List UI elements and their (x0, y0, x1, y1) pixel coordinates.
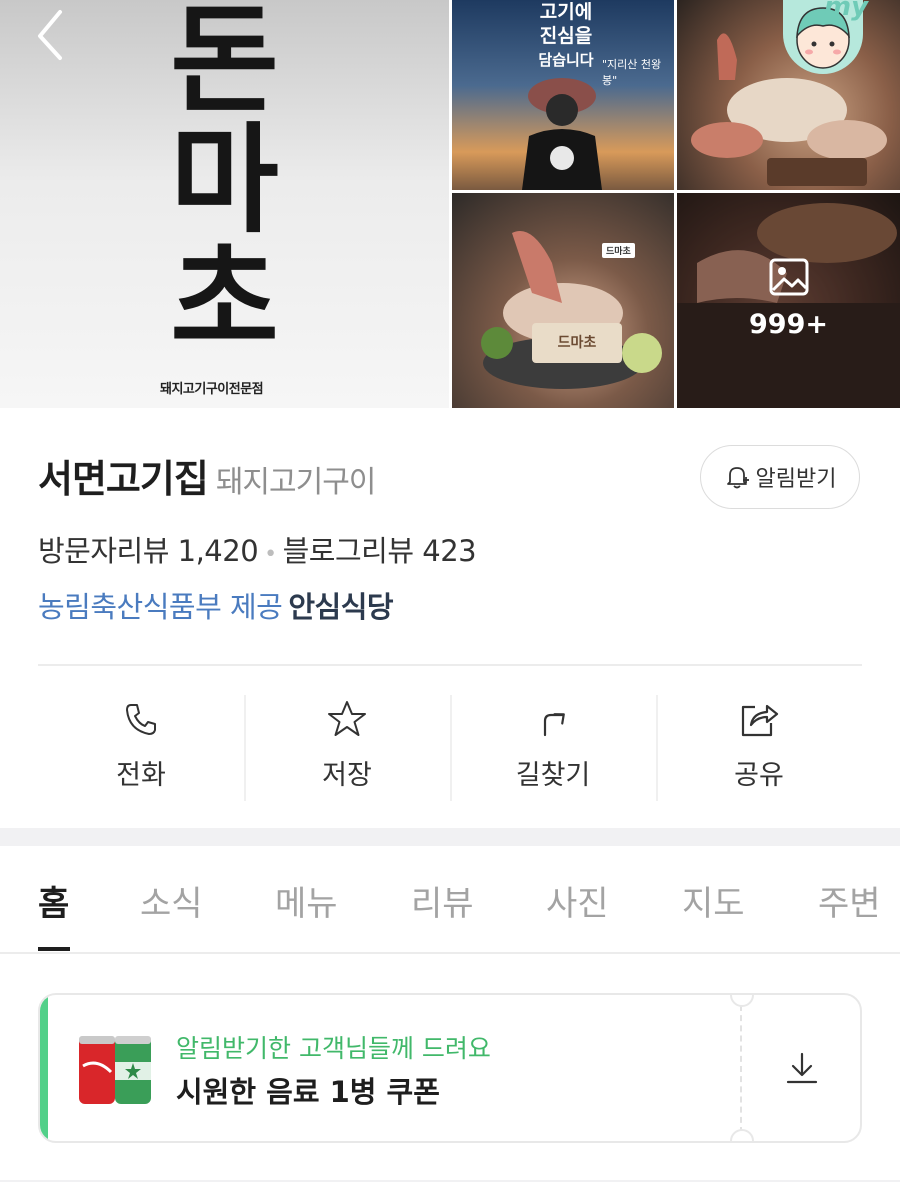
hero-logo-char: 돈 (170, 0, 279, 129)
active-tab-indicator (38, 947, 70, 951)
tab-news[interactable]: 소식 (140, 876, 203, 925)
save-label: 저장 (322, 760, 372, 791)
photo-gallery: 돈 마 초 돼지고기구이전문점 고기에 진심을 담습니다 "지리산 천왕봉" 드… (0, 0, 900, 408)
tab-reviews[interactable]: 리뷰 (411, 876, 474, 925)
photo-caption: 고기에 진심을 담습니다 (526, 0, 606, 72)
safe-restaurant-cert[interactable]: 농림축산식품부 제공 안심식당 (38, 584, 394, 626)
place-name: 서면고기집 (38, 457, 209, 501)
coupon-download-button[interactable] (742, 995, 860, 1141)
image-icon (769, 258, 809, 296)
star-icon (328, 701, 366, 736)
tab-map[interactable]: 지도 (682, 876, 745, 925)
photo-more-overlay (677, 193, 900, 408)
photo-board-label: 드마초 (532, 323, 622, 363)
soda-cans-icon (79, 1036, 151, 1104)
directions-icon (543, 713, 565, 737)
meat-tower-illustration (481, 231, 662, 389)
photo-tile[interactable]: 고기에 진심을 담습니다 "지리산 천왕봉" (452, 0, 674, 190)
share-button[interactable]: 공유 (656, 695, 862, 801)
tab-photos[interactable]: 사진 (546, 876, 609, 925)
divider (0, 1180, 900, 1182)
download-icon (786, 1052, 818, 1084)
review-counts: 방문자리뷰 1,420 • 블로그리뷰 423 (38, 528, 477, 570)
coupon-tag: 알림받기한 고객님들께 드려요 (176, 1034, 491, 1063)
directions-label: 길찾기 (515, 760, 591, 791)
hero-logo-char: 초 (170, 231, 279, 369)
action-bar: 전화 저장 길찾기 공유 (38, 695, 862, 801)
hero-logo: 돈 마 초 (160, 0, 285, 360)
divider (38, 664, 862, 666)
hero-subtitle: 돼지고기구이전문점 (160, 382, 264, 397)
my-label: my (824, 0, 869, 22)
share-icon (741, 704, 779, 737)
tab-home[interactable]: 홈 (38, 876, 69, 925)
coupon-accent-bar (40, 995, 48, 1141)
notify-label: 알림받기 (755, 467, 837, 492)
coupon-card[interactable]: 알림받기한 고객님들께 드려요 시원한 음료 1병 쿠폰 (38, 993, 862, 1143)
person-silhouette-icon (522, 78, 602, 190)
separator-dot: • (264, 542, 277, 567)
chevron-left-icon (38, 10, 62, 60)
photo-badge: 드마초 (602, 243, 635, 258)
cert-badge: 안심식당 (288, 590, 394, 624)
notify-button[interactable]: 알림받기 (700, 445, 860, 509)
place-title: 서면고기집 돼지고기구이 (38, 448, 377, 503)
tab-nearby[interactable]: 주변 (818, 876, 881, 925)
back-button[interactable] (28, 8, 76, 64)
bell-plus-icon (726, 467, 749, 489)
phone-icon (126, 704, 156, 735)
share-label: 공유 (734, 760, 784, 791)
tab-menu[interactable]: 메뉴 (275, 876, 338, 925)
photo-tile[interactable]: 드마초 드마초 (452, 193, 674, 408)
photo-caption-line: 진심을 (539, 25, 593, 47)
photo-caption-line: 고기에 (539, 1, 593, 23)
photo-count: 999+ (749, 309, 828, 340)
section-gap (0, 828, 900, 846)
visitor-reviews-link[interactable]: 방문자리뷰 1,420 (38, 534, 259, 568)
coupon-title: 시원한 음료 1병 쿠폰 (176, 1075, 440, 1109)
call-label: 전화 (116, 760, 166, 791)
directions-button[interactable]: 길찾기 (450, 695, 656, 801)
place-category: 돼지고기구이 (215, 465, 377, 500)
tab-bar: 홈 소식 메뉴 리뷰 사진 지도 주변 (0, 846, 900, 954)
photo-more-tile[interactable]: 999+ (677, 193, 900, 408)
cert-provider: 농림축산식품부 제공 (38, 590, 283, 624)
blog-reviews-link[interactable]: 블로그리뷰 423 (283, 534, 477, 568)
hero-logo-char: 마 (170, 111, 279, 249)
call-button[interactable]: 전화 (38, 695, 244, 801)
save-button[interactable]: 저장 (244, 695, 450, 801)
